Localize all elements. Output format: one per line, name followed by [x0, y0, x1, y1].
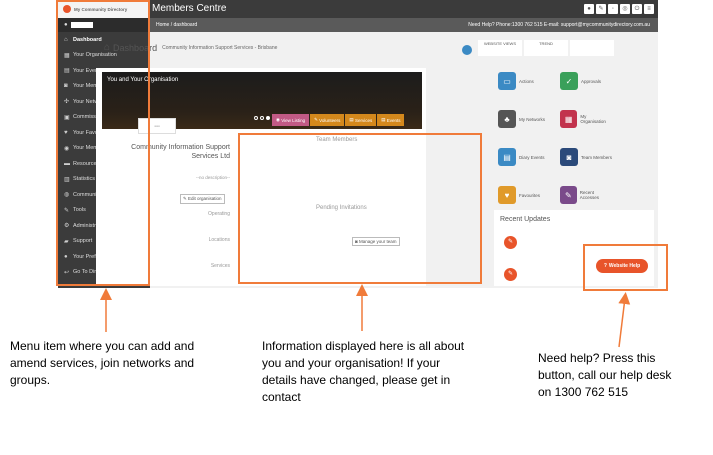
- help-callout-text: Need help? Press this button, call our h…: [538, 351, 672, 399]
- help-arrow: [618, 292, 631, 348]
- menu-callout-text: Menu item where you can add and amend se…: [10, 339, 195, 387]
- tutorial-figure: My Community Directory ● ⌂ Dashboard ▦ Your…: [0, 0, 713, 455]
- info-callout-text: Information displayed here is all about …: [262, 339, 465, 404]
